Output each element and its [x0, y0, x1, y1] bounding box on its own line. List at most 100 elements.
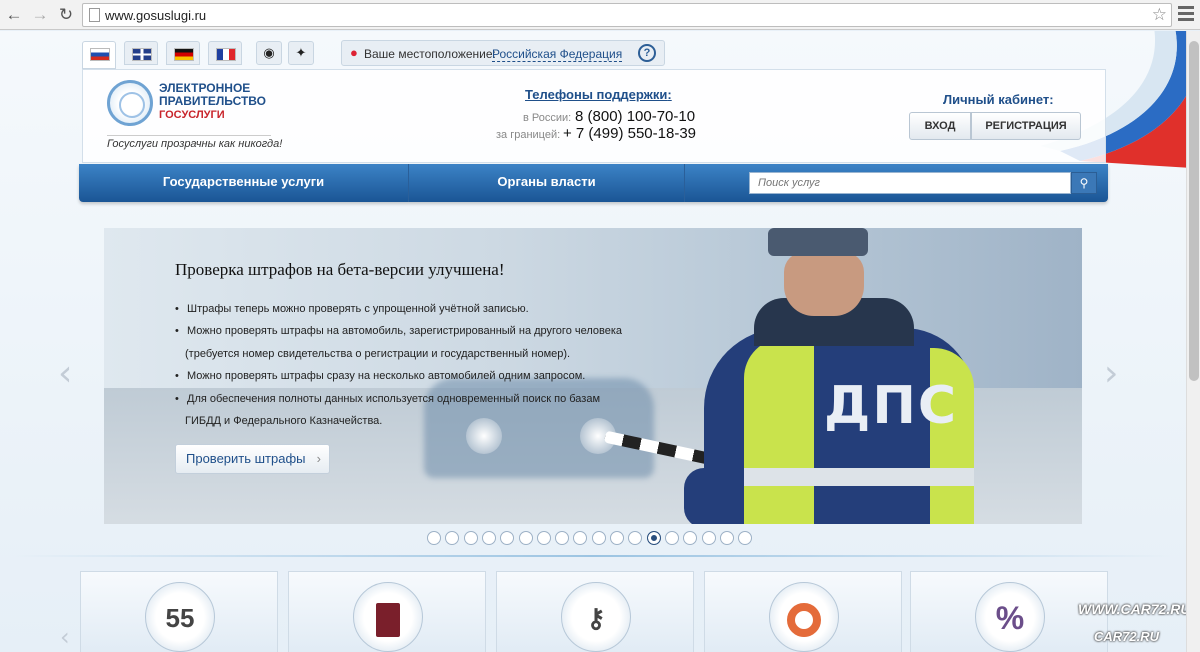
back-arrow-icon[interactable]: ← [4, 5, 24, 25]
search-icon[interactable]: ⚲ [1071, 172, 1097, 194]
location-pin-icon: ● [350, 45, 358, 60]
service-tile[interactable] [704, 571, 902, 652]
phone-abroad-label: за границей: [496, 129, 561, 141]
slider-dot[interactable] [555, 531, 570, 545]
service-tile[interactable] [288, 571, 486, 652]
address-bar[interactable]: www.gosuslugi.ru ☆ [82, 3, 1172, 27]
page-content: ◉ ✦ ● Ваше местоположение: Российская Фе… [0, 31, 1186, 652]
slider-dot[interactable] [591, 531, 606, 545]
main-navigation: Государственные услуги Органы власти ⚲ [79, 164, 1108, 202]
compass-icon[interactable]: ✦ [288, 41, 314, 65]
slider-dot[interactable] [719, 531, 734, 545]
reload-icon[interactable]: ↻ [56, 5, 76, 25]
phone-abroad-number: + 7 (499) 550-18-39 [563, 125, 697, 142]
support-phones-title: Телефоны поддержки [525, 87, 668, 102]
slider-dot[interactable] [445, 531, 460, 545]
slider-dot[interactable] [427, 531, 441, 545]
location-selector: ● Ваше местоположение: Российская Федера… [341, 40, 665, 66]
slider-dot[interactable] [481, 531, 496, 545]
site-header: ЭЛЕКТРОННОЕ ПРАВИТЕЛЬСТВО ГОСУСЛУГИ Госу… [82, 69, 1106, 163]
login-button[interactable]: ВХОД [909, 112, 971, 140]
check-fines-button[interactable]: Проверить штрафы › [175, 444, 330, 474]
slider-dot[interactable] [628, 531, 643, 545]
chevron-right-icon: › [316, 451, 321, 466]
slide-bullet: Штрафы теперь можно проверять с упрощенн… [175, 298, 645, 321]
service-tile[interactable]: 55 [80, 571, 278, 652]
watermark: CAR72.RU [1094, 629, 1160, 644]
logo-emblem-icon[interactable] [107, 80, 153, 126]
slider-dot[interactable] [536, 531, 551, 545]
officer-vest [930, 348, 974, 524]
accessibility-eye-icon[interactable]: ◉ [256, 41, 282, 65]
register-button[interactable]: РЕГИСТРАЦИЯ [971, 112, 1081, 140]
officer-vest [744, 338, 814, 524]
tiles-prev-arrow-icon[interactable]: ‹ [60, 623, 70, 651]
slider-dot[interactable] [500, 531, 515, 545]
slide-title: Проверка штрафов на бета-версии улучшена… [175, 260, 505, 279]
help-icon[interactable]: ? [638, 44, 656, 62]
watermark: WWW.CAR72.RU [1078, 601, 1186, 617]
url-text: www.gosuslugi.ru [105, 8, 207, 23]
nav-authorities[interactable]: Органы власти [409, 164, 685, 202]
uk-flag-icon [132, 48, 152, 61]
check-fines-label: Проверить штрафы [186, 451, 306, 466]
slide-bullet: Можно проверять штрафы на автомобиль, за… [175, 320, 645, 343]
location-label: Ваше местоположение: [364, 47, 496, 61]
russia-flag-icon [90, 48, 110, 61]
bookmark-star-icon[interactable]: ☆ [1152, 5, 1167, 25]
services-search-input[interactable] [749, 172, 1071, 194]
logo-line-3: ГОСУСЛУГИ [159, 109, 225, 121]
browser-menu-icon[interactable] [1178, 6, 1194, 22]
slider-dot[interactable] [646, 531, 661, 545]
phone-russia-label: в России: [523, 112, 572, 124]
slide-bullet: (требуется номер свидетельства о регистр… [185, 347, 571, 360]
lang-en-tab[interactable] [124, 41, 158, 65]
browser-toolbar: ← → ↻ www.gosuslugi.ru ☆ [0, 0, 1200, 30]
slide-bullet: Для обеспечения полноты данных используе… [175, 388, 645, 411]
slider-dot[interactable] [683, 531, 698, 545]
page-icon [89, 8, 100, 22]
promo-slider: ДПС Проверка штрафов на бета-версии улуч… [104, 228, 1082, 524]
scrollbar-thumb[interactable] [1189, 41, 1199, 381]
slider-dot[interactable] [573, 531, 588, 545]
personal-cabinet-title: Личный кабинет: [943, 92, 1054, 107]
logo-line-2: ПРАВИТЕЛЬСТВО [159, 94, 267, 108]
lang-de-tab[interactable] [166, 41, 200, 65]
site-slogan: Госуслуги прозрачны как никогда! [107, 138, 283, 150]
lifebuoy-icon [769, 582, 839, 652]
section-divider [10, 555, 1176, 557]
keys-icon: ⚷ [561, 582, 631, 652]
officer-vest-stripe [744, 468, 974, 486]
service-tile[interactable]: ⚷ [496, 571, 694, 652]
lang-ru-tab[interactable] [82, 41, 116, 69]
slider-dot[interactable] [610, 531, 624, 545]
slider-prev-arrow-icon[interactable]: ‹ [58, 353, 72, 394]
france-flag-icon [216, 48, 236, 61]
slogan-divider [107, 135, 271, 136]
slider-dot[interactable] [738, 531, 753, 545]
dps-vest-text: ДПС [824, 376, 958, 436]
lang-fr-tab[interactable] [208, 41, 242, 65]
slide-bullet: Можно проверять штрафы сразу на нескольк… [175, 365, 645, 388]
officer-head [784, 252, 864, 316]
support-phones-link[interactable]: Телефоны поддержки: [525, 87, 672, 102]
forward-arrow-icon[interactable]: → [30, 5, 50, 25]
nav-state-services[interactable]: Государственные услуги [79, 164, 409, 202]
slider-dot[interactable] [463, 531, 478, 545]
slider-dot[interactable] [664, 531, 679, 545]
passport-icon [353, 582, 423, 652]
phone-russia-number: 8 (800) 100-70-10 [575, 108, 696, 125]
service-tiles: 55 ⚷ % [80, 571, 1108, 652]
calendar-icon: 55 [145, 582, 215, 652]
slider-dot[interactable] [518, 531, 533, 545]
slide-bullet: ГИБДД и Федерального Казначейства. [185, 415, 383, 428]
slider-next-arrow-icon[interactable]: › [1104, 353, 1118, 394]
slide-bullet-list: Штрафы теперь можно проверять с упрощенн… [175, 298, 645, 432]
location-value-link[interactable]: Российская Федерация [492, 47, 623, 62]
percent-text: % [995, 600, 1025, 636]
vertical-scrollbar[interactable] [1186, 31, 1200, 652]
germany-flag-icon [174, 48, 194, 61]
percent-icon: % [975, 582, 1045, 652]
officer-hat [768, 228, 868, 256]
slider-dot[interactable] [701, 531, 716, 545]
